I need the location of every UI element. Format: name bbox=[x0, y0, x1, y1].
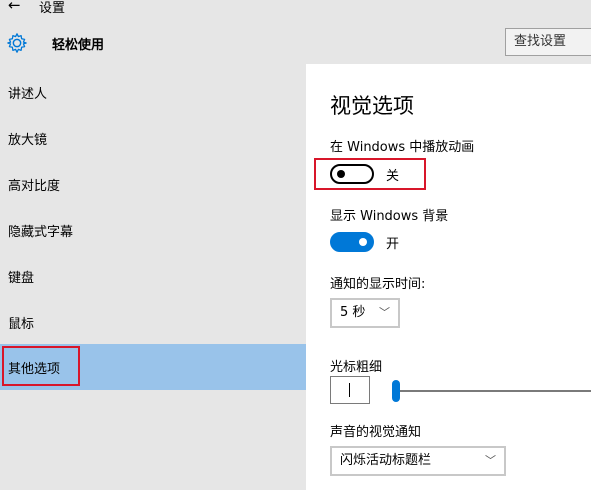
sidebar-item-other-options[interactable]: 其他选项 bbox=[0, 344, 306, 390]
sidebar-item-keyboard[interactable]: 键盘 bbox=[0, 253, 306, 299]
sidebar-item-mouse[interactable]: 鼠标 bbox=[0, 299, 306, 345]
sidebar-item-magnifier[interactable]: 放大镜 bbox=[0, 115, 306, 161]
sound-visual-label: 声音的视觉通知 bbox=[330, 425, 422, 440]
notification-duration-select[interactable]: 5 秒 ﹀ bbox=[330, 298, 400, 328]
notification-label: 通知的显示时间: bbox=[330, 277, 426, 292]
sidebar-item-label: 隐藏式字幕 bbox=[8, 225, 74, 240]
sidebar-item-label: 讲述人 bbox=[8, 87, 48, 102]
main-content: 视觉选项 在 Windows 中播放动画 关 显示 Windows 背景 开 通… bbox=[306, 64, 591, 490]
cursor-preview bbox=[330, 376, 370, 404]
sidebar-item-label: 高对比度 bbox=[8, 179, 61, 194]
text-cursor-icon bbox=[349, 383, 350, 397]
sidebar-item-label: 键盘 bbox=[8, 271, 35, 286]
background-toggle[interactable] bbox=[330, 232, 374, 252]
sidebar-item-label: 其他选项 bbox=[8, 362, 61, 377]
background-label: 显示 Windows 背景 bbox=[330, 209, 449, 224]
animations-state-text: 关 bbox=[386, 169, 400, 184]
cursor-thickness-slider-thumb[interactable] bbox=[392, 380, 400, 402]
page-title: 视觉选项 bbox=[330, 94, 414, 118]
cursor-thickness-slider-track[interactable] bbox=[396, 390, 591, 392]
animations-label: 在 Windows 中播放动画 bbox=[330, 140, 475, 155]
sidebar-item-narrator[interactable]: 讲述人 bbox=[0, 69, 306, 115]
back-arrow-icon[interactable]: ← bbox=[8, 0, 21, 14]
sidebar-item-label: 放大镜 bbox=[8, 133, 48, 148]
notification-duration-value: 5 秒 bbox=[340, 305, 366, 320]
header: 轻松使用 查找设置 bbox=[0, 22, 591, 64]
sidebar-item-closed-captions[interactable]: 隐藏式字幕 bbox=[0, 207, 306, 253]
cursor-thickness-label: 光标粗细 bbox=[330, 360, 383, 375]
search-input[interactable]: 查找设置 bbox=[505, 28, 591, 56]
background-state-text: 开 bbox=[386, 237, 400, 252]
app-title: 设置 bbox=[39, 1, 66, 16]
sound-visual-select[interactable]: 闪烁活动标题栏 ﹀ bbox=[330, 446, 506, 476]
sidebar-item-label: 鼠标 bbox=[8, 317, 35, 332]
gear-icon bbox=[7, 33, 27, 53]
chevron-down-icon: ﹀ bbox=[379, 306, 390, 319]
chevron-down-icon: ﹀ bbox=[485, 454, 496, 467]
toggle-knob bbox=[359, 238, 367, 246]
sound-visual-value: 闪烁活动标题栏 bbox=[340, 453, 432, 468]
toggle-knob bbox=[337, 170, 345, 178]
animations-toggle[interactable] bbox=[330, 164, 374, 184]
title-bar: ← 设置 bbox=[0, 0, 591, 22]
sidebar: 讲述人 放大镜 高对比度 隐藏式字幕 键盘 鼠标 其他选项 bbox=[0, 64, 306, 490]
sidebar-item-high-contrast[interactable]: 高对比度 bbox=[0, 161, 306, 207]
section-title: 轻松使用 bbox=[52, 38, 105, 53]
